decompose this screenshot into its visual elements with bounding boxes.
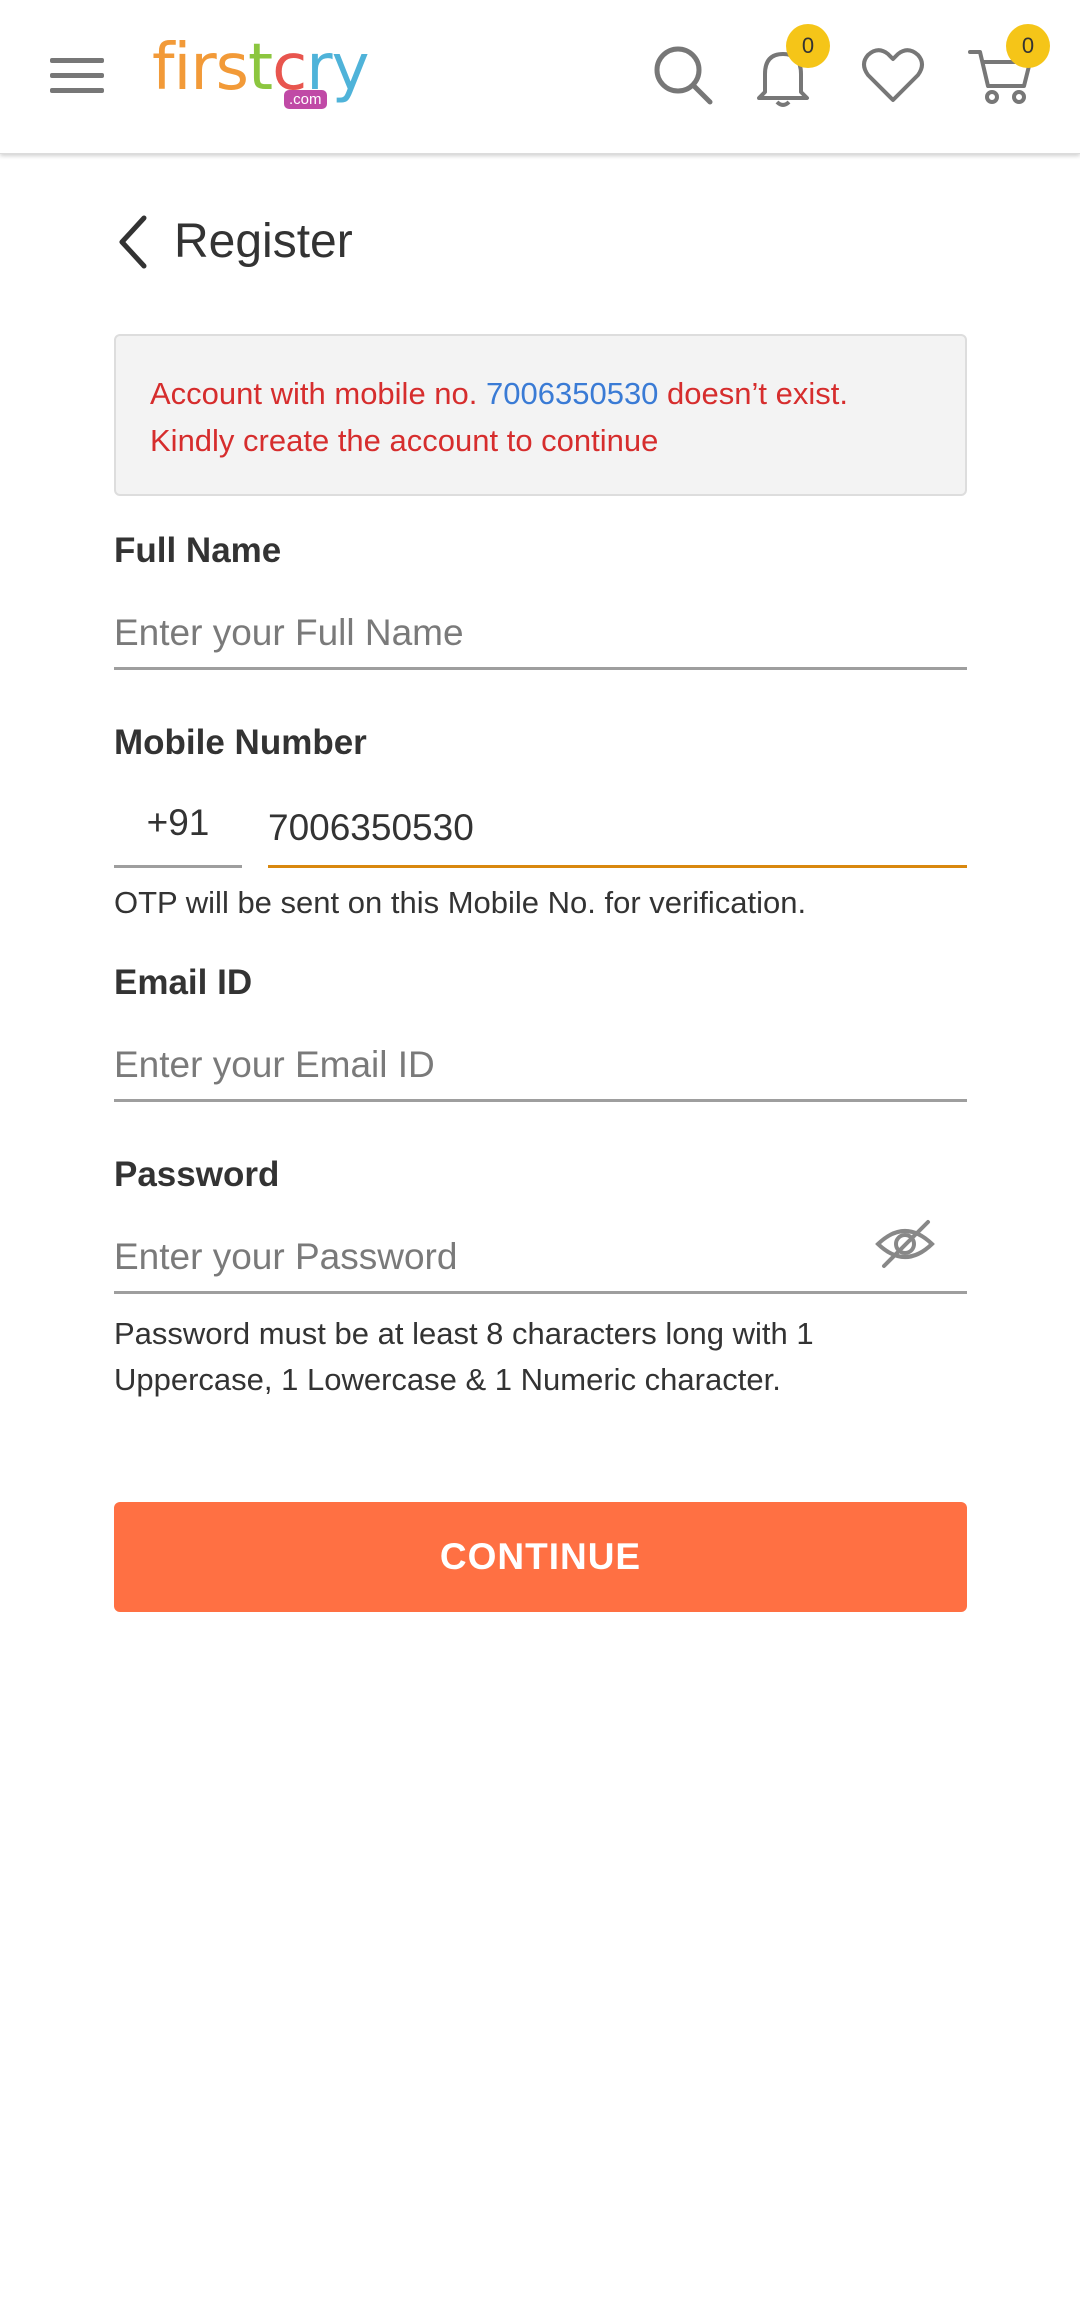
logo-letter: r [190, 31, 216, 105]
logo-wordmark: firstcry [152, 28, 370, 108]
password-hint-line-1: Password must be at least 8 characters l… [114, 1316, 814, 1351]
logo-letter: y [331, 31, 370, 105]
continue-button[interactable]: CONTINUE [114, 1502, 967, 1612]
full-name-input[interactable] [114, 598, 967, 670]
alert-suffix: doesn’t exist. [658, 376, 848, 411]
logo-letter: f [152, 31, 175, 105]
heart-icon[interactable] [858, 40, 928, 110]
password-input[interactable] [114, 1222, 967, 1294]
search-icon[interactable] [648, 40, 718, 110]
mobile-number-input[interactable] [268, 790, 967, 868]
firstcry-logo[interactable]: firstcry .com [152, 28, 369, 118]
country-code-selector[interactable]: +91 [114, 790, 242, 868]
full-name-label: Full Name [114, 531, 282, 570]
password-hint-line-2: Uppercase, 1 Lowercase & 1 Numeric chara… [114, 1362, 781, 1397]
menu-icon[interactable] [50, 56, 104, 96]
logo-suffix: .com [284, 90, 327, 109]
alert-line-1: Account with mobile no. 7006350530 doesn… [150, 370, 931, 417]
back-arrow-icon[interactable] [110, 212, 156, 272]
email-label: Email ID [114, 963, 253, 1002]
logo-letter: t [247, 31, 273, 105]
email-input[interactable] [114, 1030, 967, 1102]
alert-prefix: Account with mobile no. [150, 376, 487, 411]
logo-letter: i [173, 31, 192, 105]
app-header: firstcry .com 0 0 [0, 0, 1080, 154]
alert-mobile-number: 7006350530 [486, 376, 659, 411]
account-not-found-alert: Account with mobile no. 7006350530 doesn… [114, 334, 967, 496]
notification-badge: 0 [786, 24, 830, 68]
hide-password-icon[interactable] [874, 1216, 936, 1272]
cart-badge: 0 [1006, 24, 1050, 68]
alert-line-2: Kindly create the account to continue [150, 423, 659, 458]
page-title: Register [174, 215, 353, 268]
otp-hint: OTP will be sent on this Mobile No. for … [114, 885, 807, 920]
password-label: Password [114, 1155, 280, 1194]
mobile-number-label: Mobile Number [114, 723, 367, 762]
logo-letter: s [215, 31, 249, 105]
